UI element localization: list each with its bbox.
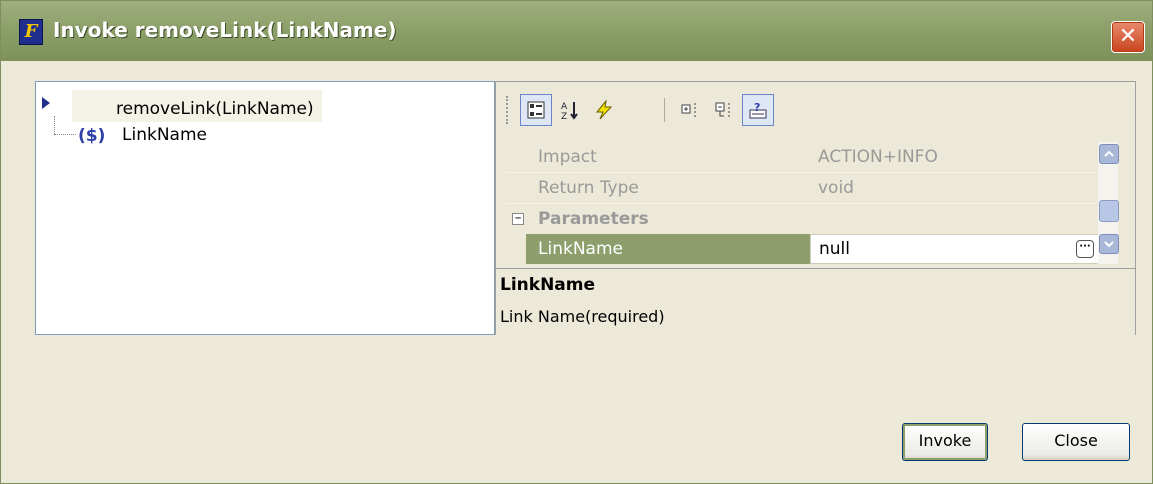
expand-all-button[interactable] [674,94,706,126]
category-parameters[interactable]: − Parameters [506,204,1096,234]
property-row-return-type[interactable]: Return Type void [506,173,1096,204]
description-text: Link Name(required) [500,307,665,326]
operation-tree[interactable]: removeLink(LinkName) ($) LinkName [35,81,495,335]
invoke-button[interactable]: Invoke [902,423,988,461]
collapse-all-button[interactable] [708,94,740,126]
linkname-value-input[interactable]: null [810,234,1106,264]
tree-root-label: removeLink(LinkName) [116,99,314,119]
property-grid-scrollbar[interactable] [1098,142,1119,264]
invoke-dialog: F Invoke removeLink(LinkName) ✕ removeLi… [0,0,1153,484]
app-icon: F [19,19,43,45]
events-lightning-icon [595,100,613,120]
category-label: Parameters [538,209,649,229]
dialog-body: removeLink(LinkName) ($) LinkName A Z ? … [9,61,1145,475]
show-description-button[interactable]: ? [742,94,774,126]
property-name: Impact [538,147,597,167]
property-grid: A Z ? Impact ACTION+INFO Return Type voi… [495,81,1136,335]
property-name: Return Type [538,178,639,198]
toolbar-separator [664,98,665,122]
title-bar[interactable]: F Invoke removeLink(LinkName) ✕ [1,1,1152,61]
scroll-thumb[interactable] [1099,200,1119,222]
property-grid-toolbar: A Z ? [506,90,806,130]
description-pane: LinkName Link Name(required) [496,268,1135,335]
show-description-icon: ? [749,101,767,119]
svg-text:A: A [561,102,568,112]
categorized-view-icon [527,101,545,119]
property-value: void [818,178,854,198]
property-row-impact[interactable]: Impact ACTION+INFO [506,142,1096,173]
ellipsis-editor-button[interactable]: ··· [1076,240,1094,258]
property-name-selected[interactable]: LinkName [526,234,810,264]
svg-text:Z: Z [561,112,567,120]
sort-alphabetical-button[interactable]: A Z [554,94,586,126]
parameter-icon: ($) [78,126,106,146]
tree-connector-line [54,116,55,134]
window-title: Invoke removeLink(LinkName) [53,18,397,42]
close-window-button[interactable]: ✕ [1111,21,1145,53]
svg-text:?: ? [754,101,760,114]
collapse-category-icon[interactable]: − [512,213,524,225]
description-title: LinkName [500,275,596,295]
collapse-all-icon [715,102,730,117]
property-row-linkname[interactable]: LinkName null ··· [506,234,1106,264]
sort-alphabetical-icon: A Z [561,102,578,120]
tree-connector-line [54,134,76,135]
toolbar-grip [506,96,510,124]
property-value: ACTION+INFO [818,147,938,167]
tree-root-item[interactable]: removeLink(LinkName) [72,90,322,122]
scroll-down-icon[interactable] [1099,234,1119,254]
tree-expand-arrow-icon[interactable] [42,97,50,109]
tree-child-item[interactable]: LinkName [122,125,207,145]
events-button[interactable] [588,94,620,126]
categorized-view-button[interactable] [520,94,552,126]
property-rows: Impact ACTION+INFO Return Type void − Pa… [506,142,1106,264]
close-button[interactable]: Close [1022,423,1130,461]
expand-all-icon [681,103,696,117]
scroll-up-icon[interactable] [1099,144,1119,164]
